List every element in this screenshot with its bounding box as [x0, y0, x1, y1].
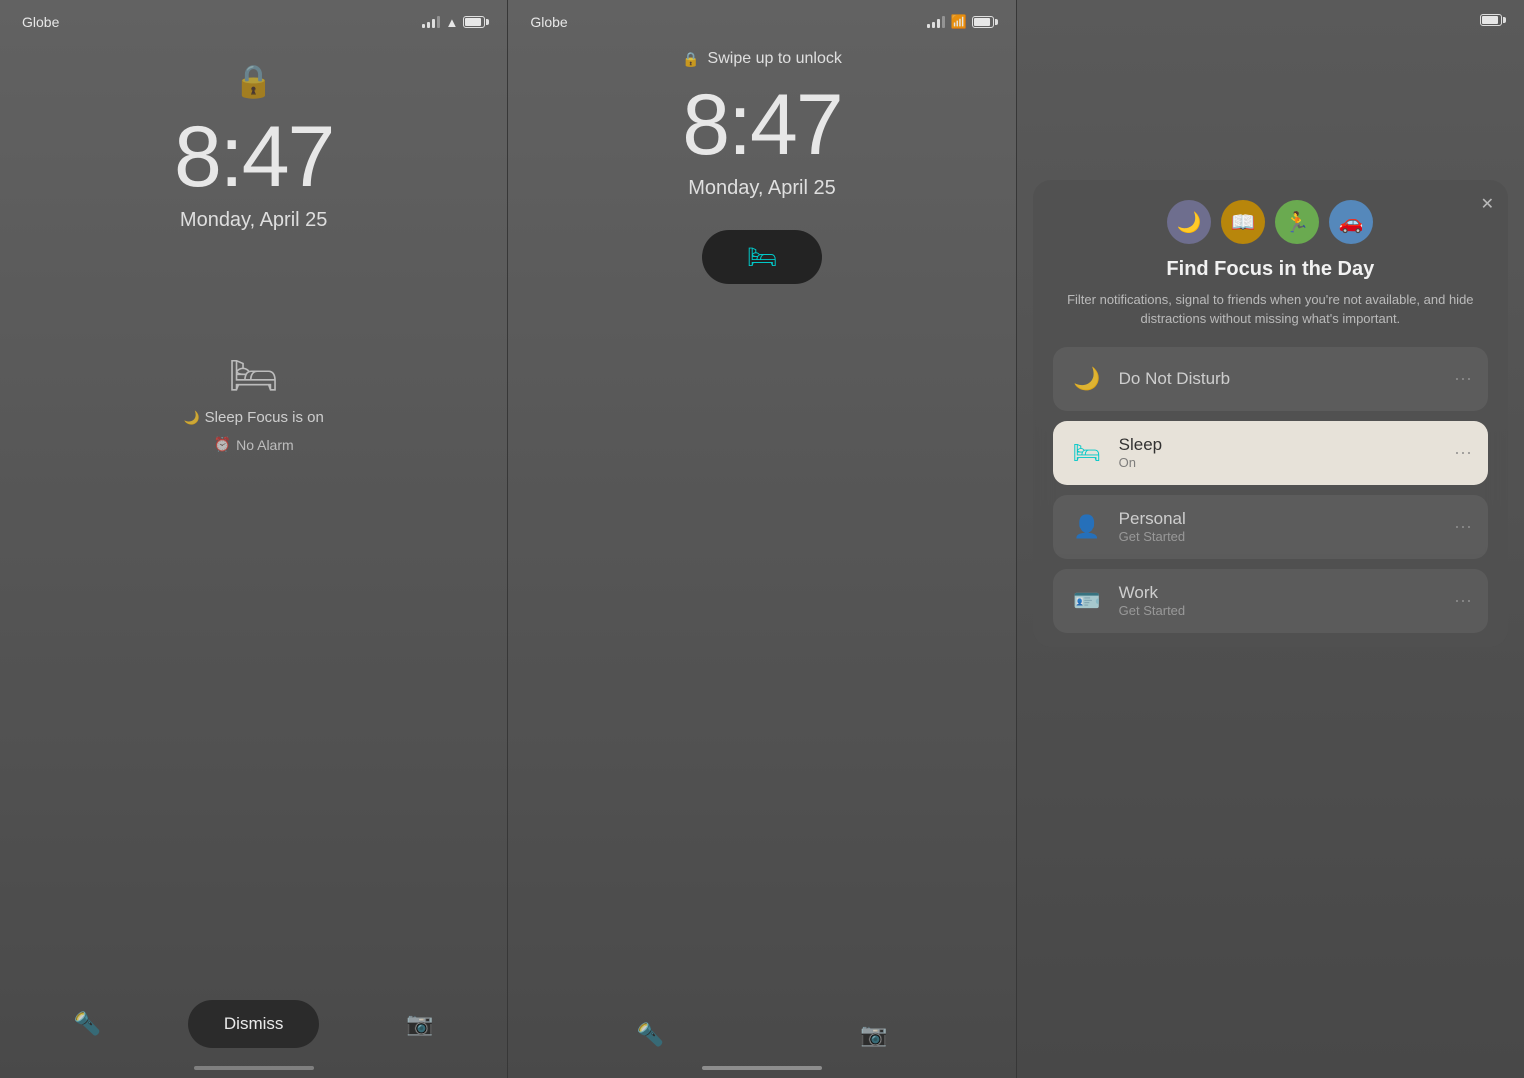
focus-item-more-dnd[interactable]: ··· [1454, 368, 1472, 389]
close-button[interactable]: ✕ [1481, 194, 1494, 214]
focus-icon-book[interactable]: 📖 [1221, 200, 1265, 244]
carrier-label-1: Globe [22, 14, 59, 30]
focus-item-icon-sleep: 🛏 [1069, 435, 1105, 471]
focus-item-name-sleep: Sleep [1119, 435, 1440, 455]
status-icons-2: 📶 [927, 14, 993, 30]
wifi-icon-1: ▲ [445, 15, 458, 30]
panel-lock-screen: Globe ▲ 🔒 8:47 Monday, April 25 🛏 🌙 Slee… [0, 0, 507, 1078]
alarm-label: ⏰ No Alarm [214, 436, 294, 453]
focus-card-title: Find Focus in the Day [1053, 258, 1488, 281]
focus-item-icon-personal: 👤 [1069, 509, 1105, 545]
alarm-icon: ⏰ [214, 436, 231, 453]
focus-item-name-dnd: Do Not Disturb [1119, 369, 1440, 389]
battery-icon-2 [972, 16, 994, 28]
sleep-focus-label: 🌙 Sleep Focus is on [183, 409, 323, 426]
focus-icon-dnd[interactable]: 🌙 [1167, 200, 1211, 244]
panel-swipe-unlock: Globe 📶 🔒 Swipe up to unlock 8:47 Monday… [508, 0, 1015, 1078]
focus-item-personal[interactable]: 👤 Personal Get Started ··· [1053, 495, 1488, 559]
focus-item-name-personal: Personal [1119, 509, 1440, 529]
lock-icon-1: 🔒 [234, 62, 274, 100]
focus-item-icon-dnd: 🌙 [1069, 361, 1105, 397]
date-display-1: Monday, April 25 [180, 209, 328, 232]
focus-item-work[interactable]: 🪪 Work Get Started ··· [1053, 569, 1488, 633]
focus-item-sleep[interactable]: 🛏 Sleep On ··· [1053, 421, 1488, 485]
time-display-1: 8:47 [174, 108, 333, 207]
swipe-unlock-label: 🔒 Swipe up to unlock [682, 50, 842, 68]
focus-mode-icons-row: 🌙 📖 🏃 🚗 [1053, 200, 1488, 244]
status-icons-1: ▲ [422, 15, 485, 30]
sleep-toggle-pill[interactable]: 🛏 [702, 230, 822, 284]
date-display-2: Monday, April 25 [688, 177, 836, 200]
lock-icon-2: 🔒 [682, 51, 699, 68]
focus-item-text-sleep: Sleep On [1119, 435, 1440, 470]
focus-item-text-work: Work Get Started [1119, 583, 1440, 618]
home-indicator-2 [702, 1066, 822, 1070]
dismiss-button[interactable]: Dismiss [188, 1000, 320, 1048]
focus-item-sub-work: Get Started [1119, 603, 1440, 618]
bed-icon-1: 🛏 [228, 352, 279, 399]
battery-icon-3 [1480, 14, 1502, 26]
focus-card: ✕ 🌙 📖 🏃 🚗 Find Focus in the Day Filter n… [1033, 180, 1508, 647]
battery-icon-1 [463, 16, 485, 28]
focus-icon-run[interactable]: 🏃 [1275, 200, 1319, 244]
status-bar-2: Globe 📶 [508, 0, 1015, 30]
carrier-label-2: Globe [530, 14, 567, 30]
bed-icon-toggle: 🛏 [747, 243, 777, 272]
status-icons-3 [1480, 14, 1502, 26]
camera-icon-2[interactable]: 📷 [860, 1022, 887, 1048]
panel-focus-menu: ✕ 🌙 📖 🏃 🚗 Find Focus in the Day Filter n… [1017, 0, 1524, 1078]
focus-list: 🌙 Do Not Disturb ··· 🛏 Sleep On ··· 👤 [1053, 347, 1488, 647]
focus-item-icon-work: 🪪 [1069, 583, 1105, 619]
focus-item-more-work[interactable]: ··· [1454, 590, 1472, 611]
status-bar-1: Globe ▲ [0, 0, 507, 30]
focus-icon-car[interactable]: 🚗 [1329, 200, 1373, 244]
sleep-section: 🛏 🌙 Sleep Focus is on ⏰ No Alarm [183, 352, 323, 453]
flashlight-icon-1[interactable]: 🔦 [74, 1011, 101, 1037]
focus-item-dnd[interactable]: 🌙 Do Not Disturb ··· [1053, 347, 1488, 411]
sleep-toggle-inner: 🛏 [719, 238, 805, 276]
status-bar-3 [1017, 0, 1524, 26]
home-indicator-1 [194, 1066, 314, 1070]
camera-icon-1[interactable]: 📷 [406, 1011, 433, 1037]
focus-item-sub-sleep: On [1119, 455, 1440, 470]
time-display-2: 8:47 [682, 76, 841, 175]
flashlight-icon-2[interactable]: 🔦 [636, 1022, 663, 1048]
focus-item-text-personal: Personal Get Started [1119, 509, 1440, 544]
wifi-icon-2: 📶 [950, 14, 966, 30]
signal-icon-1 [422, 16, 440, 28]
focus-item-sub-personal: Get Started [1119, 529, 1440, 544]
focus-item-more-sleep[interactable]: ··· [1454, 442, 1472, 463]
bottom-bar-2: 🔦 📷 [508, 1022, 1015, 1048]
moon-icon-1: 🌙 [183, 410, 199, 426]
focus-item-more-personal[interactable]: ··· [1454, 516, 1472, 537]
focus-item-text-dnd: Do Not Disturb [1119, 369, 1440, 389]
focus-card-desc: Filter notifications, signal to friends … [1053, 291, 1488, 329]
signal-icon-2 [927, 16, 945, 28]
bottom-bar-1: 🔦 Dismiss 📷 [0, 1000, 507, 1048]
focus-item-name-work: Work [1119, 583, 1440, 603]
